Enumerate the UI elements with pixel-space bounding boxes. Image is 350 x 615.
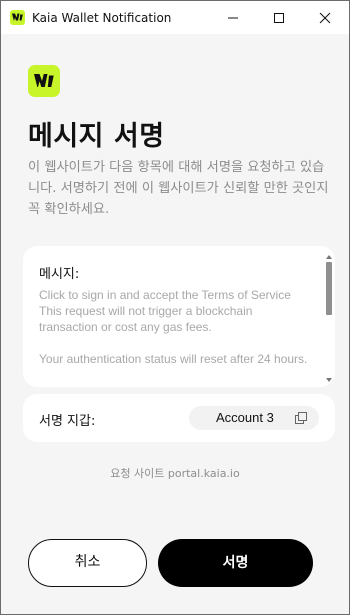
account-name: Account 3 <box>216 410 274 425</box>
scrollbar-thumb[interactable] <box>326 262 332 315</box>
scroll-down-arrow-icon[interactable] <box>326 378 332 382</box>
maximize-button[interactable] <box>256 1 302 34</box>
page-description: 이 웹사이트가 다음 항목에 대해 서명을 요청하고 있습니다. 서명하기 전에… <box>28 160 329 217</box>
notification-window: Kaia Wallet Notification 메시지 서명 이 웹사이트가 … <box>0 0 350 615</box>
signing-wallet-label: 서명 지갑: <box>39 414 96 429</box>
signing-wallet-card: 서명 지갑: Account 3 <box>23 394 335 442</box>
title-bar[interactable]: Kaia Wallet Notification <box>1 1 349 34</box>
minimize-icon <box>228 17 238 19</box>
message-body: Click to sign in and accept the Terms of… <box>39 288 308 366</box>
copy-icon[interactable] <box>295 412 307 424</box>
close-icon <box>319 12 331 24</box>
minimize-button[interactable] <box>210 1 256 34</box>
scroll-up-arrow-icon[interactable] <box>326 255 332 259</box>
sign-button[interactable]: 서명 <box>158 539 313 587</box>
message-card[interactable]: 메시지: Click to sign in and accept the Ter… <box>23 246 335 387</box>
close-button[interactable] <box>302 1 348 34</box>
maximize-icon <box>274 13 284 23</box>
cancel-button[interactable]: 취소 <box>28 539 147 587</box>
requesting-site: 요청 사이트 portal.kaia.io <box>110 467 240 480</box>
kaia-wallet-logo-icon <box>28 65 60 97</box>
page-title: 메시지 서명 <box>28 121 165 152</box>
content-area: 메시지 서명 이 웹사이트가 다음 항목에 대해 서명을 요청하고 있습니다. … <box>1 34 349 614</box>
account-pill[interactable]: Account 3 <box>189 406 319 430</box>
kaia-wallet-logo-icon <box>10 10 25 25</box>
window-title: Kaia Wallet Notification <box>32 11 172 25</box>
message-label: 메시지: <box>39 267 80 282</box>
